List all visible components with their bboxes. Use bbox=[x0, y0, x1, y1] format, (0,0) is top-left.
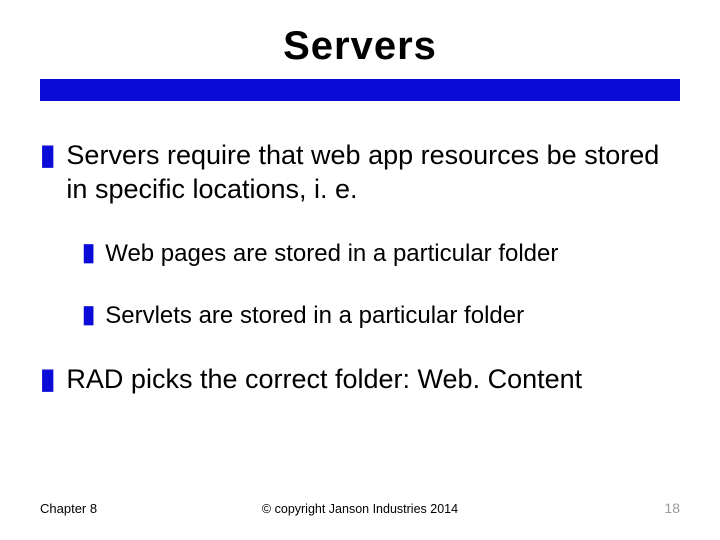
page-number: 18 bbox=[664, 500, 680, 516]
bullet-icon: ▮ bbox=[40, 363, 52, 395]
list-item: ▮ Servers require that web app resources… bbox=[40, 139, 680, 207]
bullet-icon: ▮ bbox=[82, 301, 93, 330]
footer-copyright: © copyright Janson Industries 2014 bbox=[262, 502, 458, 516]
footer: Chapter 8 © copyright Janson Industries … bbox=[40, 500, 680, 516]
list-item: ▮ RAD picks the correct folder: Web. Con… bbox=[40, 363, 680, 397]
accent-bar bbox=[40, 79, 680, 101]
footer-chapter: Chapter 8 bbox=[40, 501, 97, 516]
bullet-text: Servers require that web app resources b… bbox=[66, 139, 680, 207]
list-item: ▮ Servlets are stored in a particular fo… bbox=[82, 301, 680, 331]
bullet-text: Web pages are stored in a particular fol… bbox=[105, 239, 558, 269]
list-item: ▮ Web pages are stored in a particular f… bbox=[82, 239, 680, 269]
bullet-text: RAD picks the correct folder: Web. Conte… bbox=[66, 363, 582, 397]
bullet-icon: ▮ bbox=[40, 139, 52, 171]
bullet-icon: ▮ bbox=[82, 239, 93, 268]
bullet-text: Servlets are stored in a particular fold… bbox=[105, 301, 524, 331]
slide: Servers ▮ Servers require that web app r… bbox=[0, 0, 720, 540]
content-area: ▮ Servers require that web app resources… bbox=[40, 139, 680, 396]
page-title: Servers bbox=[40, 24, 680, 69]
